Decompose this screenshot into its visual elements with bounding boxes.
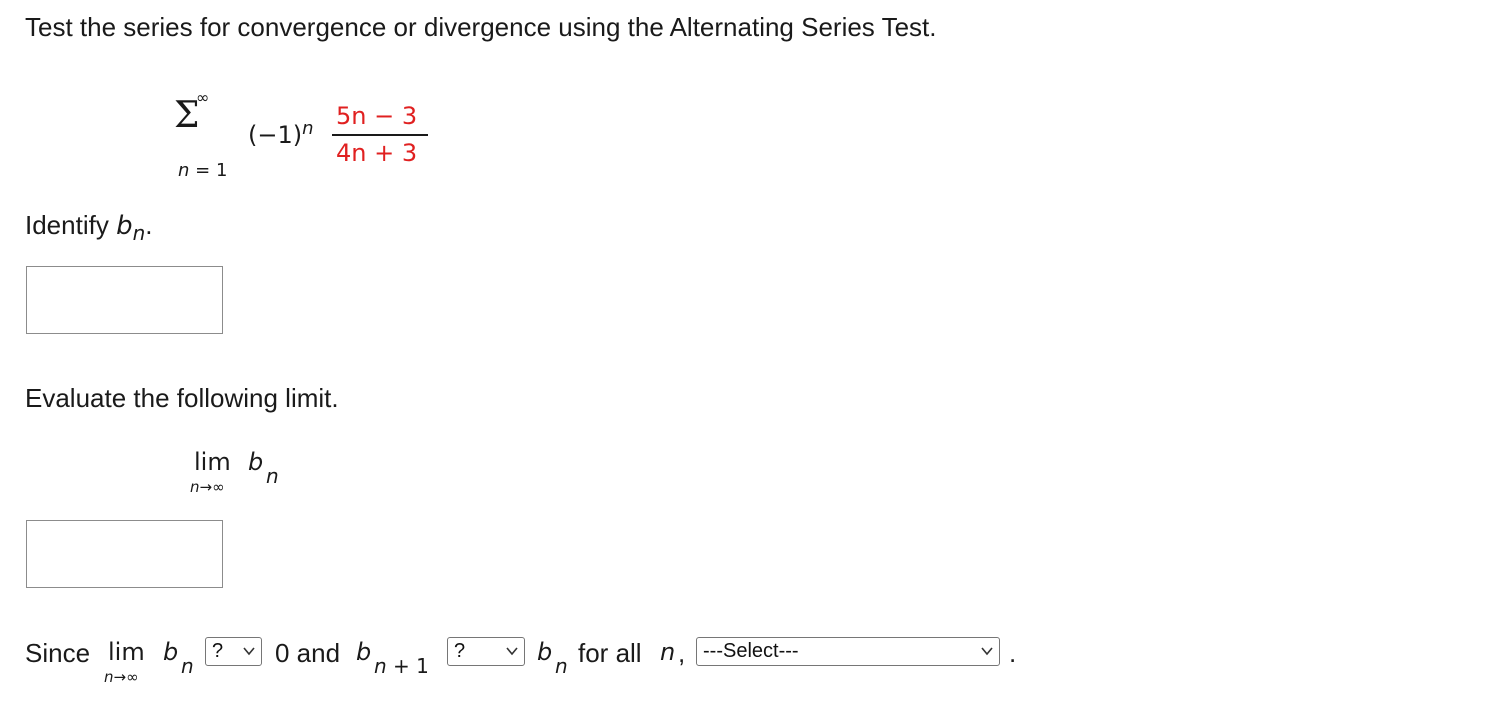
fraction-numerator: 5n − 3 bbox=[336, 102, 418, 130]
lim-word: lim bbox=[194, 448, 231, 476]
conclusion-var-3: b bbox=[537, 638, 553, 666]
for-all-text: for all bbox=[578, 638, 642, 668]
conclusion-var-2: b bbox=[356, 638, 372, 666]
lim-variable-subscript: n bbox=[266, 464, 279, 488]
summation-symbol: Σ bbox=[174, 95, 200, 136]
comparison-select-1[interactable]: ? bbox=[205, 637, 262, 666]
select-2-value: ? bbox=[454, 640, 466, 662]
conclusion-lim-word: lim bbox=[108, 638, 145, 666]
since-text: Since bbox=[25, 638, 91, 668]
limit-expression: lim n→∞ b n bbox=[190, 446, 310, 496]
bn-answer-input[interactable] bbox=[26, 266, 223, 334]
lim-subscript: n→∞ bbox=[190, 478, 225, 496]
select-1-value: ? bbox=[212, 640, 224, 662]
conclusion-var: b bbox=[163, 638, 179, 666]
chevron-down-icon bbox=[243, 647, 255, 656]
limit-answer-input[interactable] bbox=[26, 520, 223, 588]
conclusion-var-3-subscript: n bbox=[555, 654, 568, 678]
evaluate-label: Evaluate the following limit. bbox=[25, 383, 339, 413]
period-text: . bbox=[1009, 638, 1017, 668]
fraction-bar bbox=[332, 134, 428, 136]
conclusion-select[interactable]: ---Select--- bbox=[696, 637, 1000, 666]
conclusion-var-subscript: n bbox=[181, 654, 194, 678]
conclusion-lim-subscript: n→∞ bbox=[104, 668, 139, 686]
question-instruction: Test the series for convergence or diver… bbox=[25, 12, 937, 42]
lim-variable: b bbox=[248, 448, 264, 476]
conclusion-var-4: n bbox=[660, 638, 676, 666]
comma-text: , bbox=[678, 638, 686, 668]
fraction-denominator: 4n + 3 bbox=[336, 139, 418, 167]
alternating-factor: (−1)n bbox=[248, 118, 314, 149]
series-expression: ∞ Σ n = 1 (−1)n 5n − 3 4n + 3 bbox=[170, 88, 450, 184]
select-3-value: ---Select--- bbox=[703, 640, 799, 662]
and-text: 0 and bbox=[275, 638, 341, 668]
conclusion-var-2-subscript: n + 1 bbox=[374, 654, 429, 678]
chevron-down-icon bbox=[981, 647, 993, 656]
sum-lower-limit: n = 1 bbox=[178, 160, 228, 181]
identify-prompt: Identify bn. bbox=[25, 210, 153, 246]
conclusion-line: Since lim n→∞ b n ? 0 and b n + 1 ? b n … bbox=[25, 636, 1125, 696]
chevron-down-icon bbox=[506, 647, 518, 656]
comparison-select-2[interactable]: ? bbox=[447, 637, 525, 666]
